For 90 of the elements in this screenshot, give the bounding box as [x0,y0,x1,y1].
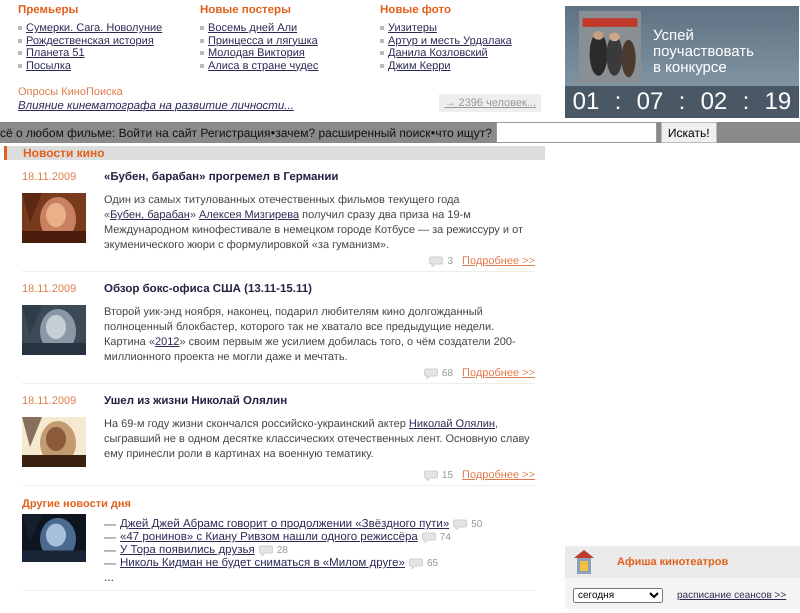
poll-label: Опросы КиноПоиска [18,86,124,98]
news-link[interactable]: Николь Кидман не будет сниматься в «Милом друге» [120,557,405,570]
schedule-link[interactable]: расписание сеансов >> [677,590,786,601]
comment-count: 50 [471,518,482,531]
news-text: Один из самых титулованных отечественных фильмов текущего года «Бубен, барабан» Алексея Мизгирева получил сразу два приза на 19-м Международном кинофестивале в немецком городе Котбусе — за режиссуру и от экуменического жюри с формулировкой «за гуманизм». [104,193,524,253]
bar-link[interactable]: Войти на сайт [118,126,198,140]
countdown-digits: 19 [764,88,792,116]
list-link[interactable]: Данила Козловский [388,47,488,60]
bullet-icon [380,51,384,56]
search-button[interactable]: Искать! [660,122,717,143]
section-title: Новые постеры [200,4,292,16]
list-link[interactable]: Алиса в стране чудес [208,60,318,72]
dash: — [104,518,116,531]
countdown-digits: 07 [636,88,664,116]
news-link[interactable]: Джей Джей Абрамс говорит о продолжении «Звёздного пути» [120,518,450,531]
bullet-icon [18,51,22,56]
text-link[interactable]: Алексея Мизгирева [199,209,300,221]
bullet-icon [380,38,384,43]
bullet-icon: ● [270,128,276,137]
comment-icon [424,470,438,480]
text-link[interactable]: Бубен, барабан [110,209,190,221]
news-link[interactable]: У Тора появились друзья [120,544,255,557]
bullet-icon [18,26,22,30]
search-field[interactable] [496,122,657,143]
bullet-icon [18,38,22,43]
text-link[interactable]: Николай Олялин [408,418,496,430]
section-title: Премьеры [18,4,80,16]
comment-count: 15 [442,470,454,480]
banner-headline: Успей поучаствовать в конкурсе [653,28,755,76]
comment-icon [408,558,423,569]
countdown-digits: 01 [572,88,600,116]
comment-icon [424,368,438,378]
bullet-icon [200,26,204,30]
bullet-icon [380,26,384,30]
countdown-digits: 02 [700,88,728,116]
list-link[interactable]: Посылка [26,60,72,72]
news-link[interactable]: «47 ронинов» с Киану Ривзом нашли одного режиссёра [120,531,418,544]
comment-count: 68 [442,368,454,378]
bar-link[interactable]: расширенный поиск [318,126,431,140]
bar-link[interactable]: Регистрация [200,126,271,140]
news-date: 18.11.2009 [22,283,78,295]
comment-count: 65 [426,557,438,570]
list-link[interactable]: Джим Керри [388,60,450,72]
comment-icon [429,256,444,266]
section-title: Другие новости дня [22,498,132,510]
comment-count: 28 [276,544,288,557]
bullet-icon [200,64,204,68]
contest-banner[interactable]: Успей поучаствовать в конкурсе 01 : 07 : 02 : 19 [565,6,799,118]
comment-icon [453,519,468,530]
day-select[interactable]: сегодня [573,588,663,603]
list-link[interactable]: Планета 51 [26,47,85,60]
dash: — [104,557,116,570]
countdown-separator: : [742,88,750,116]
tagline: сё о любом фильме: [0,126,116,140]
news-text: На 69-м году жизни скончался российско-украинский актер Николай Олялин, сыгравший не в одном десятке классических отечественных лент. Основную славу ему принесли роли в картинах на военную тематику. [104,417,531,462]
comment-count: 74 [440,531,451,544]
news-text: Второй уик-энд ноября, наконец, подарил любителям кино долгожданный полноценный блокбастер, которого так не хватало все предыдущие недели. Картина «2012» своим первым же усилием добилась того, о чём создатели 200-миллионного проекта не могли даже и мечтать. [104,305,517,365]
bullet-icon [380,64,384,68]
bullet-icon [18,64,22,68]
news-title[interactable]: «Бубен, барабан» прогремел в Германии [104,171,535,183]
list-link[interactable]: Артур и месть Урдалака [388,34,512,47]
house-icon [573,549,595,575]
list-link[interactable]: Уизитеры [388,22,437,34]
widget-title: Афиша кинотеатров [617,556,728,568]
list-link[interactable]: Молодая Виктория [208,47,305,60]
comment-count: 3 [447,256,454,266]
news-date: 18.11.2009 [22,171,78,183]
bar-link[interactable]: зачем? [275,126,316,140]
list-link[interactable]: Сумерки. Сага. Новолуние [26,22,162,34]
news-title[interactable]: Ушел из жизни Николай Олялин [104,395,535,407]
bullet-icon: ● [430,128,436,137]
countdown-separator: : [678,88,686,116]
dash: — [104,544,116,557]
list-link[interactable]: Восемь дней Али [208,22,298,34]
more-ellipsis[interactable]: ... [104,570,114,584]
news-date: 18.11.2009 [22,395,78,407]
countdown-separator: : [614,88,622,116]
section-title: Новые фото [380,4,452,16]
comment-icon [258,545,273,556]
news-title[interactable]: Обзор бокс-офиса США (13.11-15.11) [104,283,535,295]
bar-link[interactable]: что ищут? [435,126,492,140]
comment-icon [422,532,436,543]
bullet-icon [200,38,204,43]
list-link[interactable]: Рождественская история [26,34,154,47]
bullet-icon [200,51,204,56]
dash: — [104,531,116,544]
news-heading: Новости кино [22,146,105,160]
list-link[interactable]: Принцесса и лягушка [208,34,318,47]
text-link[interactable]: 2012 [154,336,180,348]
poll-link[interactable]: Влияние кинематографа на развитие личности... [18,100,294,112]
